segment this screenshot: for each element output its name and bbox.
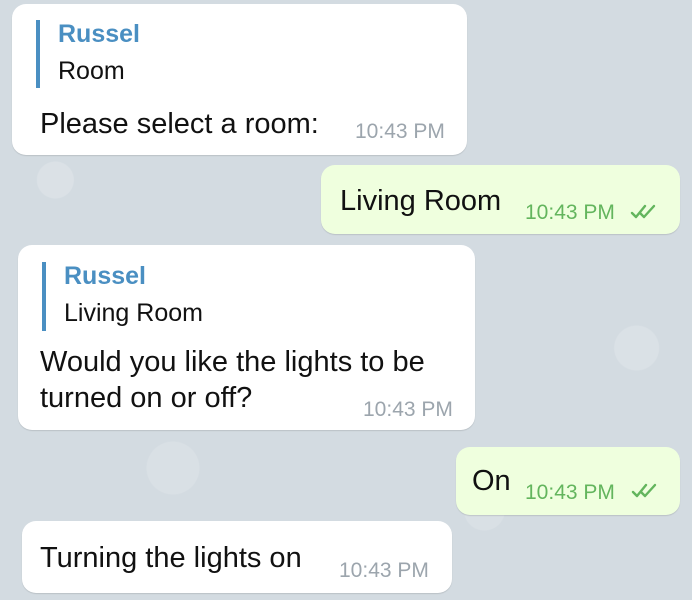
reply-preview[interactable]: Russel Living Room (42, 262, 455, 331)
incoming-message-bubble[interactable]: Turning the lights on 10:43 PM (22, 521, 452, 593)
message-text: Please select a room: (40, 108, 319, 140)
double-check-icon (630, 204, 656, 219)
reply-message-text: Living Room (64, 299, 203, 327)
message-timestamp: 10:43 PM (339, 559, 429, 582)
incoming-message-bubble[interactable]: Russel Room Please select a room: 10:43 … (12, 4, 467, 155)
message-timestamp: 10:43 PM (355, 120, 445, 143)
message-timestamp: 10:43 PM (525, 201, 615, 224)
message-text: On (472, 465, 511, 497)
message-text: Living Room (340, 185, 502, 217)
incoming-message-bubble[interactable]: Russel Living Room Would you like the li… (18, 245, 475, 430)
outgoing-message-bubble[interactable]: On 10:43 PM (456, 447, 680, 515)
message-timestamp: 10:43 PM (525, 481, 615, 504)
reply-sender-name: Russel (64, 262, 146, 290)
reply-message-text: Room (58, 57, 125, 85)
double-check-icon (631, 483, 657, 498)
message-text-line-1: Would you like the lights to be (40, 346, 425, 378)
message-text: Turning the lights on (40, 542, 302, 574)
reply-preview[interactable]: Russel Room (36, 20, 447, 88)
message-text-line-2: turned on or off? (40, 382, 253, 414)
reply-sender-name: Russel (58, 20, 140, 48)
message-timestamp: 10:43 PM (363, 398, 453, 421)
outgoing-message-bubble[interactable]: Living Room 10:43 PM (321, 165, 680, 234)
